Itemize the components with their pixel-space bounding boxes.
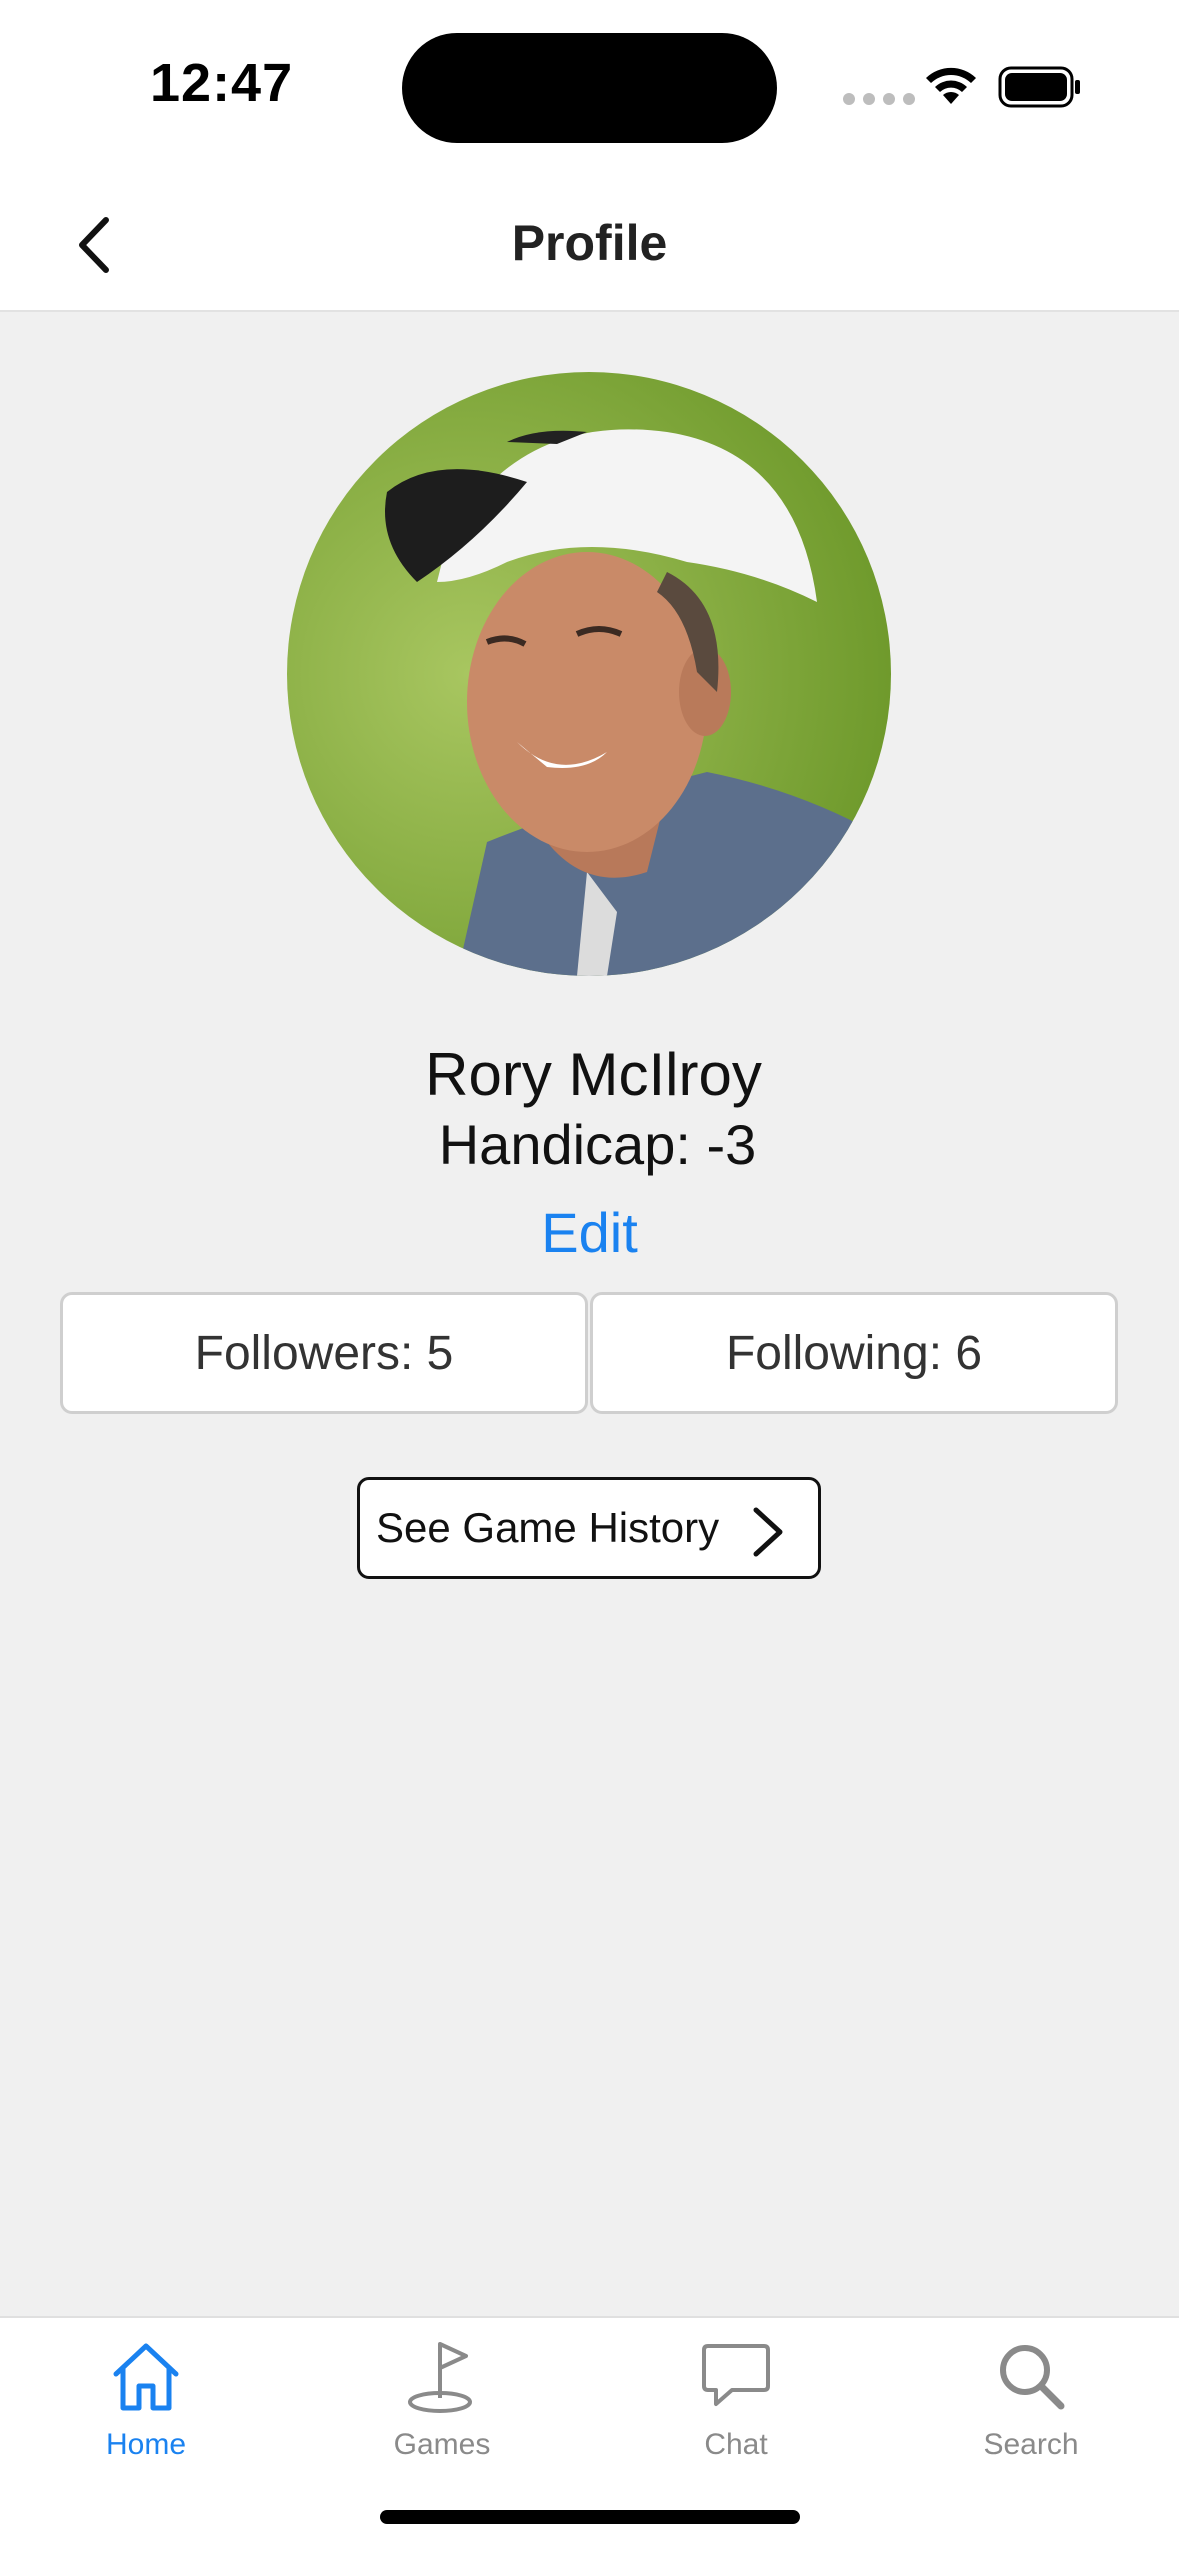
profile-screen: 12:47 Profile Rory McIlroy Handicap: -3 … [0, 0, 1179, 2556]
home-icon [113, 2343, 179, 2411]
edit-profile-link[interactable]: Edit [0, 1200, 1179, 1265]
profile-handicap: Handicap: -3 [438, 1113, 757, 1176]
tab-games-label: Games [393, 2428, 491, 2461]
wifi-icon [926, 67, 976, 104]
see-game-history-button[interactable]: See Game History [357, 1477, 821, 1579]
tab-home[interactable]: Home [46, 2318, 246, 2488]
tab-search[interactable]: Search [931, 2318, 1131, 2488]
navigation-bar: Profile [0, 170, 1179, 312]
tab-chat[interactable]: Chat [636, 2318, 836, 2488]
chevron-right-icon [753, 1507, 783, 1557]
status-time: 12:47 [150, 53, 294, 113]
search-icon [1000, 2345, 1065, 2410]
chat-bubble-icon [702, 2344, 770, 2406]
page-title: Profile [511, 215, 668, 271]
following-label: Following: 6 [725, 1326, 983, 1380]
golf-flag-icon [408, 2342, 472, 2413]
profile-avatar [287, 372, 891, 976]
tab-home-label: Home [105, 2428, 187, 2461]
profile-name: Rory McIlroy [425, 1041, 762, 1108]
followers-label: Followers: 5 [194, 1326, 454, 1380]
tab-search-label: Search [983, 2428, 1079, 2461]
status-bar: 12:47 [0, 0, 1179, 170]
followers-button[interactable]: Followers: 5 [60, 1292, 588, 1414]
battery-icon [998, 66, 1080, 108]
history-label: See Game History [376, 1504, 720, 1551]
following-button[interactable]: Following: 6 [590, 1292, 1118, 1414]
dynamic-island [402, 33, 777, 143]
cellular-signal-icon [843, 93, 915, 105]
tab-chat-label: Chat [704, 2428, 768, 2461]
tab-games[interactable]: Games [342, 2318, 542, 2488]
home-indicator[interactable] [380, 2510, 800, 2524]
